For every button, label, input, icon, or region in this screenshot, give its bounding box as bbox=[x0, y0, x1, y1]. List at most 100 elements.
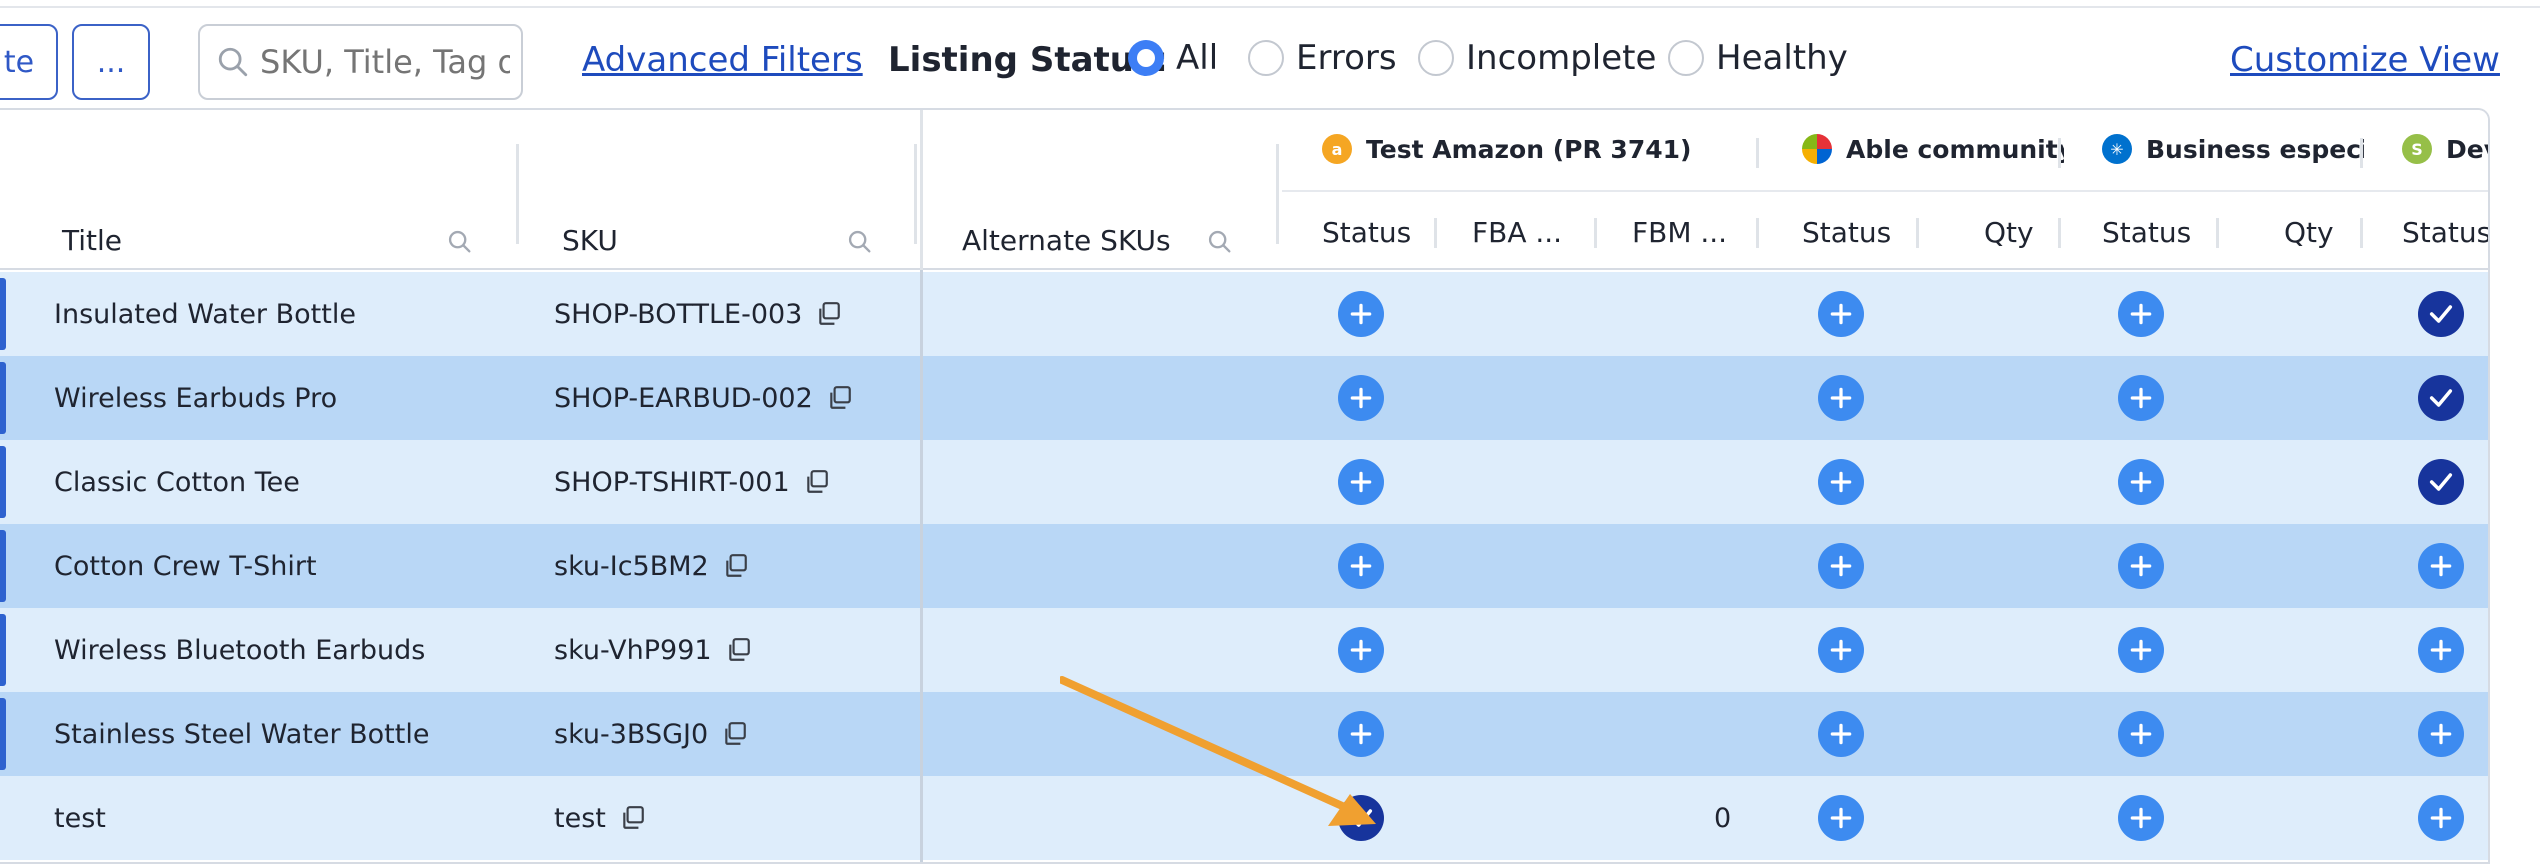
column-resizer[interactable] bbox=[516, 144, 519, 244]
listing-status-label: Listing Status: bbox=[888, 40, 1168, 80]
add-listing-icon[interactable] bbox=[1818, 627, 1864, 673]
group-separator bbox=[2058, 138, 2061, 168]
marketplace-name: Test Amazon (PR 3741) bbox=[1366, 134, 1692, 164]
table-row[interactable]: Insulated Water Bottle SHOP-BOTTLE-003 bbox=[0, 272, 2488, 356]
column-resizer[interactable] bbox=[2058, 218, 2061, 248]
row-sku: sku-3BSGJ0 bbox=[554, 718, 709, 750]
add-listing-icon[interactable] bbox=[1338, 627, 1384, 673]
row-title: Classic Cotton Tee bbox=[54, 466, 300, 498]
search-icon bbox=[218, 47, 248, 77]
subcolumn-header-status[interactable]: Status bbox=[1322, 216, 1411, 249]
search-input[interactable] bbox=[260, 43, 510, 81]
add-listing-icon[interactable] bbox=[1338, 291, 1384, 337]
status-radio-errors[interactable]: Errors bbox=[1248, 38, 1397, 78]
listed-check-icon[interactable] bbox=[2418, 291, 2464, 337]
marketplace-header-amazon: a Test Amazon (PR 3741) bbox=[1322, 134, 1742, 164]
column-resizer[interactable] bbox=[1434, 218, 1437, 248]
add-listing-icon[interactable] bbox=[1818, 375, 1864, 421]
subcolumn-header-status[interactable]: Status bbox=[2102, 216, 2191, 249]
radio-unselected-icon bbox=[1248, 40, 1284, 76]
copy-icon[interactable] bbox=[723, 553, 749, 579]
add-listing-icon[interactable] bbox=[1818, 711, 1864, 757]
shopify-icon: S bbox=[2402, 134, 2432, 164]
add-listing-icon[interactable] bbox=[2118, 795, 2164, 841]
customize-view-link[interactable]: Customize View bbox=[2230, 40, 2500, 80]
subcolumn-header-fba[interactable]: FBA ... bbox=[1472, 216, 1562, 249]
status-radio-all[interactable]: All bbox=[1128, 38, 1218, 78]
column-resizer[interactable] bbox=[2360, 218, 2363, 248]
copy-icon[interactable] bbox=[726, 637, 752, 663]
copy-icon[interactable] bbox=[722, 721, 748, 747]
add-listing-icon[interactable] bbox=[2118, 375, 2164, 421]
annotation-arrow-icon bbox=[1060, 676, 1376, 826]
top-divider bbox=[0, 0, 2540, 8]
row-selection-marker bbox=[0, 446, 6, 518]
marketplace-header-walmart: ✳ Business especially. bbox=[2102, 134, 2364, 164]
add-listing-icon[interactable] bbox=[2118, 459, 2164, 505]
row-selection-marker bbox=[0, 362, 6, 434]
grid-header: Title SKU Alternate SKUs a Test Amazon (… bbox=[0, 110, 2488, 270]
ebay-icon bbox=[1802, 134, 1832, 164]
add-listing-icon[interactable] bbox=[1818, 543, 1864, 589]
table-row[interactable]: Cotton Crew T-Shirt sku-Ic5BM2 bbox=[0, 524, 2488, 608]
radio-selected-icon bbox=[1128, 40, 1164, 76]
add-listing-icon[interactable] bbox=[2418, 711, 2464, 757]
row-selection-marker bbox=[0, 278, 6, 350]
add-listing-icon[interactable] bbox=[1818, 795, 1864, 841]
column-resizer[interactable] bbox=[2216, 218, 2219, 248]
row-sku: SHOP-TSHIRT-001 bbox=[554, 466, 790, 498]
add-listing-icon[interactable] bbox=[2418, 543, 2464, 589]
row-sku: SHOP-EARBUD-002 bbox=[554, 382, 813, 414]
column-resizer[interactable] bbox=[1276, 144, 1279, 244]
add-listing-icon[interactable] bbox=[2118, 627, 2164, 673]
advanced-filters-link[interactable]: Advanced Filters bbox=[582, 40, 863, 80]
add-listing-icon[interactable] bbox=[2418, 795, 2464, 841]
partial-button[interactable]: te bbox=[0, 24, 58, 100]
column-resizer[interactable] bbox=[1756, 218, 1759, 248]
table-row[interactable]: Classic Cotton Tee SHOP-TSHIRT-001 bbox=[0, 440, 2488, 524]
listed-check-icon[interactable] bbox=[2418, 459, 2464, 505]
column-filter-icon[interactable] bbox=[1206, 228, 1234, 256]
add-listing-icon[interactable] bbox=[2118, 543, 2164, 589]
column-filter-icon[interactable] bbox=[446, 228, 474, 256]
group-header-divider bbox=[1282, 190, 2488, 192]
marketplace-name: Able community bo bbox=[1846, 134, 2064, 164]
listed-check-icon[interactable] bbox=[2418, 375, 2464, 421]
copy-icon[interactable] bbox=[620, 805, 646, 831]
add-listing-icon[interactable] bbox=[2118, 291, 2164, 337]
copy-icon[interactable] bbox=[816, 301, 842, 327]
copy-icon[interactable] bbox=[804, 469, 830, 495]
row-selection-marker bbox=[0, 614, 6, 686]
add-listing-icon[interactable] bbox=[1338, 543, 1384, 589]
subcolumn-header-status[interactable]: Status bbox=[2402, 216, 2488, 249]
copy-icon[interactable] bbox=[827, 385, 853, 411]
status-radio-label: Healthy bbox=[1716, 38, 1848, 78]
column-header-alternate-skus: Alternate SKUs bbox=[962, 224, 1171, 257]
column-resizer[interactable] bbox=[1594, 218, 1597, 248]
subcolumn-header-qty[interactable]: Qty bbox=[1984, 216, 2034, 249]
subcolumn-header-fbm[interactable]: FBM ... bbox=[1632, 216, 1727, 249]
column-resizer[interactable] bbox=[914, 144, 917, 244]
subcolumn-header-status[interactable]: Status bbox=[1802, 216, 1891, 249]
add-listing-icon[interactable] bbox=[1338, 459, 1384, 505]
row-sku-cell: SHOP-BOTTLE-003 bbox=[554, 272, 842, 356]
column-filter-icon[interactable] bbox=[846, 228, 874, 256]
status-radio-label: Incomplete bbox=[1466, 38, 1657, 78]
table-row[interactable]: Wireless Earbuds Pro SHOP-EARBUD-002 bbox=[0, 356, 2488, 440]
status-radio-incomplete[interactable]: Incomplete bbox=[1418, 38, 1656, 78]
add-listing-icon[interactable] bbox=[1818, 291, 1864, 337]
status-radio-healthy[interactable]: Healthy bbox=[1668, 38, 1848, 78]
row-sku-cell: SHOP-EARBUD-002 bbox=[554, 356, 853, 440]
column-header-title: Title bbox=[62, 224, 123, 257]
add-listing-icon[interactable] bbox=[2118, 711, 2164, 757]
subcolumn-header-qty[interactable]: Qty bbox=[2284, 216, 2334, 249]
search-input-box[interactable] bbox=[198, 24, 523, 100]
more-button[interactable]: ... bbox=[72, 24, 150, 100]
row-sku-cell: test bbox=[554, 776, 646, 860]
column-resizer[interactable] bbox=[1916, 218, 1919, 248]
pinned-column-divider bbox=[920, 270, 923, 862]
add-listing-icon[interactable] bbox=[2418, 627, 2464, 673]
add-listing-icon[interactable] bbox=[1818, 459, 1864, 505]
row-selection-marker bbox=[0, 530, 6, 602]
add-listing-icon[interactable] bbox=[1338, 375, 1384, 421]
